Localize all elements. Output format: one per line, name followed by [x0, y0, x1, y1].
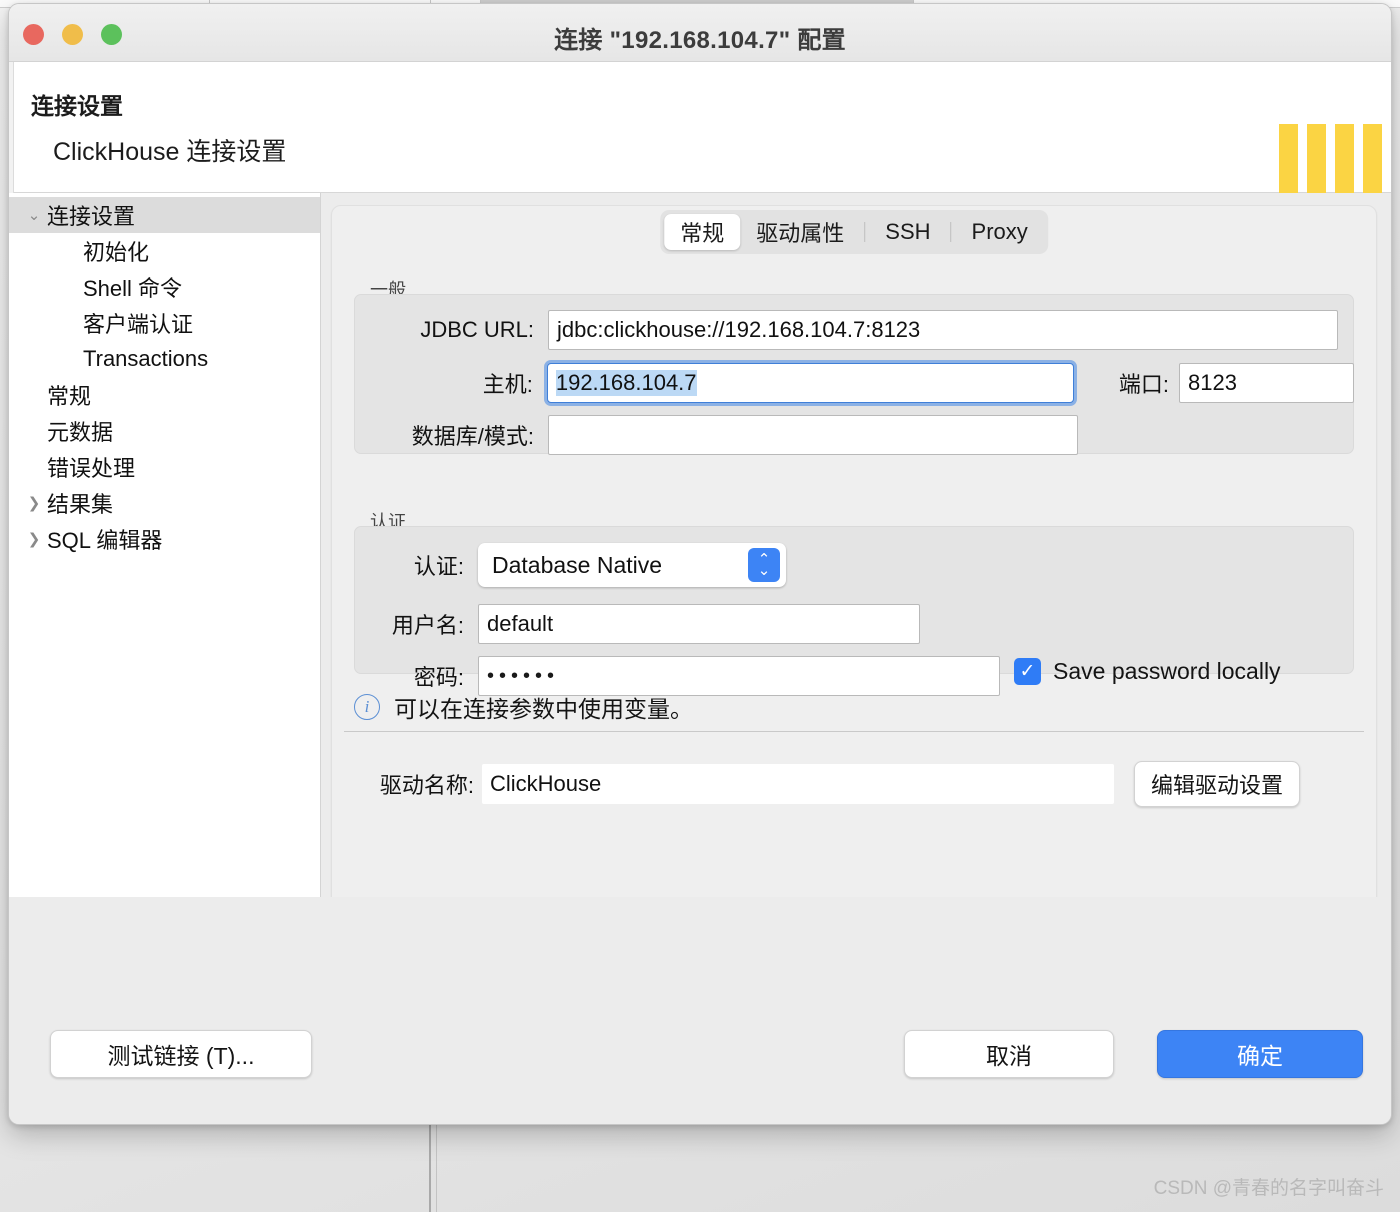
sidebar-item-metadata[interactable]: · 元数据	[9, 413, 320, 449]
chevron-right-icon[interactable]: ❯	[21, 530, 47, 548]
sidebar-item-initialization[interactable]: · 初始化	[9, 233, 320, 269]
chevron-right-icon[interactable]: ❯	[21, 494, 47, 512]
sidebar-item-label: 客户端认证	[83, 312, 194, 337]
tab-ssh[interactable]: SSH	[869, 214, 946, 250]
settings-tree: ⌄ 连接设置 · 初始化 · Shell 命令 · 客户端认证 · Transa…	[9, 193, 321, 957]
page-title: 连接设置	[31, 93, 123, 119]
spacer-icon: ·	[21, 423, 47, 440]
sidebar-item-general[interactable]: · 常规	[9, 377, 320, 413]
sidebar-item-label: 元数据	[47, 420, 114, 445]
driver-name-label: 驱动名称:	[379, 773, 474, 798]
variables-info-row: i 可以在连接参数中使用变量。	[354, 690, 693, 724]
dialog-header: 连接设置 ClickHouse 连接设置	[9, 62, 1392, 229]
dialog-body: ⌄ 连接设置 · 初始化 · Shell 命令 · 客户端认证 · Transa…	[9, 193, 1391, 957]
background-vertical-divider	[429, 1122, 431, 1212]
spacer-icon: ·	[21, 279, 47, 296]
tab-driver-properties[interactable]: 驱动属性	[740, 214, 860, 250]
jdbc-url-label: JDBC URL:	[420, 317, 534, 342]
auth-method-value: Database Native	[492, 551, 663, 578]
logo-stub-block	[1391, 167, 1392, 187]
tab-proxy[interactable]: Proxy	[956, 214, 1044, 250]
auth-method-row: 认证: Database Native ⌃ ⌄	[354, 543, 1354, 587]
auth-method-select[interactable]: Database Native ⌃ ⌄	[478, 543, 786, 587]
watermark: CSDN @青春的名字叫奋斗	[1153, 1178, 1384, 1199]
sidebar-item-result-set[interactable]: ❯ 结果集	[9, 485, 320, 521]
header-left-strip	[9, 62, 14, 193]
username-row: 用户名: default	[354, 604, 1354, 644]
host-input-value: 192.168.104.7	[555, 370, 697, 396]
dialog-footer: 测试链接 (T)... 取消 确定	[9, 897, 1391, 1124]
tab-separator	[864, 222, 866, 242]
spacer-icon: ·	[21, 459, 47, 476]
database-input[interactable]	[548, 415, 1078, 455]
settings-content-pane: 常规 驱动属性 SSH Proxy 一般 JDBC URL: jdbc:clic…	[327, 193, 1391, 957]
port-label: 端口:	[1118, 372, 1170, 397]
sidebar-item-label: 初始化	[83, 240, 150, 265]
sidebar-item-label: Shell 命令	[83, 276, 183, 301]
database-label: 数据库/模式:	[411, 424, 534, 449]
port-input[interactable]: 8123	[1179, 363, 1355, 403]
chevron-down-icon[interactable]: ⌄	[21, 206, 47, 224]
ok-button[interactable]: 确定	[1157, 1030, 1363, 1078]
sidebar-item-label: 结果集	[47, 492, 114, 517]
host-label: 主机:	[482, 372, 533, 397]
tab-bar: 常规 驱动属性 SSH Proxy	[660, 210, 1048, 254]
cancel-button[interactable]: 取消	[904, 1030, 1114, 1078]
password-label: 密码:	[413, 665, 464, 690]
host-row: 主机: 192.168.104.7 端口: 8123	[354, 363, 1355, 403]
background-vertical-divider-shadow	[436, 1122, 437, 1212]
test-connection-button[interactable]: 测试链接 (T)...	[50, 1030, 312, 1078]
host-input[interactable]: 192.168.104.7	[546, 363, 1074, 403]
username-label: 用户名:	[391, 613, 464, 638]
sidebar-item-client-auth[interactable]: · 客户端认证	[9, 305, 320, 341]
connection-settings-dialog: 连接 "192.168.104.7" 配置 连接设置 ClickHouse 连接…	[8, 3, 1392, 1125]
tab-separator	[950, 222, 952, 242]
database-row: 数据库/模式:	[354, 415, 1354, 455]
sidebar-item-label: 连接设置	[47, 204, 136, 229]
save-password-checkbox[interactable]: ✓	[1014, 658, 1041, 685]
save-password-checkbox-row[interactable]: ✓ Save password locally	[1014, 658, 1281, 685]
spacer-icon: ·	[21, 387, 47, 404]
sidebar-item-label: 常规	[47, 384, 92, 409]
spacer-icon: ·	[21, 315, 47, 332]
jdbc-url-row: JDBC URL: jdbc:clickhouse://192.168.104.…	[354, 310, 1354, 350]
jdbc-url-input[interactable]: jdbc:clickhouse://192.168.104.7:8123	[548, 310, 1338, 350]
variables-info-text: 可以在连接参数中使用变量。	[394, 696, 693, 722]
username-input[interactable]: default	[478, 604, 920, 644]
sidebar-item-connection-settings[interactable]: ⌄ 连接设置	[9, 197, 320, 233]
window-title: 连接 "192.168.104.7" 配置	[554, 27, 846, 54]
sidebar-item-label: 错误处理	[47, 456, 136, 481]
sidebar-item-label: SQL 编辑器	[47, 528, 163, 553]
driver-row: 驱动名称: ClickHouse 编辑驱动设置	[344, 761, 1354, 807]
sidebar-item-error-handling[interactable]: · 错误处理	[9, 449, 320, 485]
tab-general[interactable]: 常规	[664, 214, 741, 250]
sidebar-item-transactions[interactable]: · Transactions	[9, 341, 320, 377]
spacer-icon: ·	[21, 243, 47, 260]
sidebar-item-shell-commands[interactable]: · Shell 命令	[9, 269, 320, 305]
driver-name-input[interactable]: ClickHouse	[482, 764, 1114, 804]
save-password-label: Save password locally	[1053, 658, 1281, 684]
chevron-updown-icon[interactable]: ⌃ ⌄	[748, 548, 780, 582]
info-icon: i	[354, 694, 380, 720]
page-subtitle: ClickHouse 连接设置	[53, 138, 287, 166]
sidebar-item-sql-editor[interactable]: ❯ SQL 编辑器	[9, 521, 320, 557]
password-masked-value: ••••••	[487, 664, 560, 687]
auth-method-label: 认证:	[413, 554, 464, 579]
section-divider	[344, 731, 1364, 732]
spacer-icon: ·	[21, 351, 47, 368]
edit-driver-settings-button[interactable]: 编辑驱动设置	[1134, 761, 1301, 807]
sidebar-item-label: Transactions	[83, 346, 209, 371]
window-titlebar: 连接 "192.168.104.7" 配置	[9, 4, 1391, 62]
general-tab-panel: 常规 驱动属性 SSH Proxy 一般 JDBC URL: jdbc:clic…	[331, 205, 1377, 917]
